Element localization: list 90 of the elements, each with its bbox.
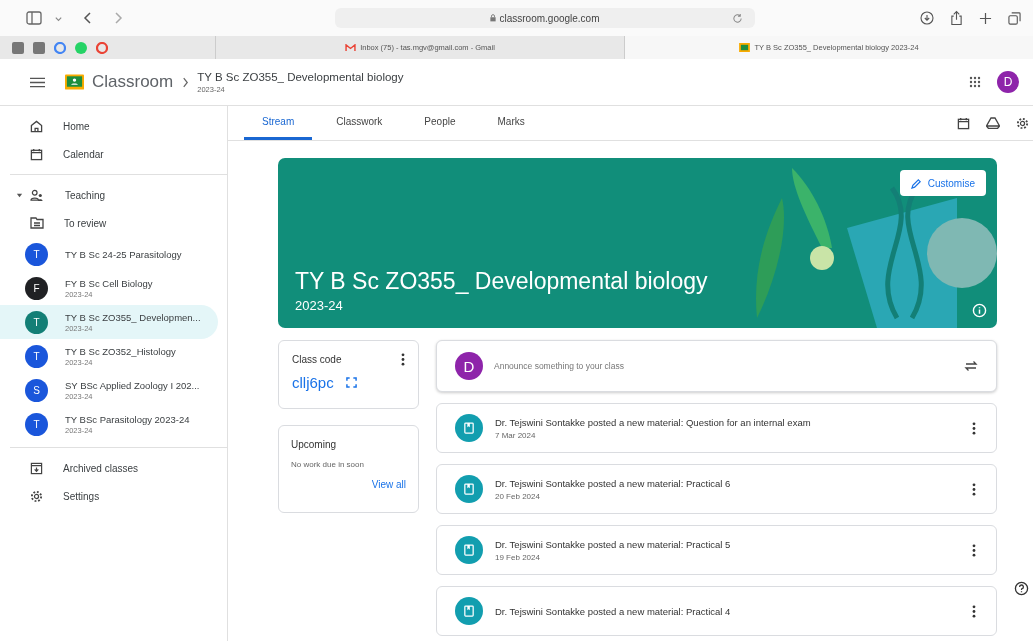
post-date: 7 Mar 2024	[495, 430, 537, 440]
class-name: TY BSc Parasitology 2023-24	[65, 413, 190, 425]
classroom-icon	[739, 43, 751, 52]
pencil-icon	[910, 177, 922, 189]
post-card[interactable]: Dr. Tejswini Sontakke posted a new material: Practical 6 20 Feb 2024	[436, 464, 997, 514]
more-options-icon[interactable]	[972, 543, 976, 557]
class-tab[interactable]: Classwork	[318, 106, 401, 140]
folder-icon	[30, 217, 44, 229]
user-avatar: D	[455, 352, 483, 380]
post-title: Dr. Tejswini Sontakke posted a new material: Practical 5	[495, 538, 732, 550]
address-text: classroom.google.com	[499, 12, 600, 24]
drive-icon[interactable]	[986, 117, 1000, 129]
pinned-tab-icon[interactable]	[33, 41, 45, 54]
material-icon	[455, 597, 483, 625]
post-date: 19 Feb 2024	[495, 552, 541, 562]
fullscreen-icon[interactable]	[345, 377, 357, 388]
class-avatar: T	[25, 310, 48, 334]
classroom-logo-icon	[65, 74, 84, 90]
class-item[interactable]: T TY B Sc 24-25 Parasitology	[0, 237, 218, 271]
home-icon	[30, 119, 43, 133]
pinned-tab-icon[interactable]	[96, 41, 108, 54]
more-options-icon[interactable]	[401, 353, 405, 366]
post-card[interactable]: Dr. Tejswini Sontakke posted a new material: Practical 4	[436, 586, 997, 636]
app-name[interactable]: Classroom	[92, 72, 174, 92]
post-title: Dr. Tejswini Sontakke posted a new material: Practical 4	[495, 605, 732, 617]
class-tab[interactable]: People	[406, 106, 474, 140]
class-name: SY BSc Applied Zoology I 202...	[65, 379, 200, 391]
help-icon[interactable]	[1014, 581, 1029, 596]
class-avatar: T	[25, 412, 48, 436]
address-bar[interactable]: classroom.google.com	[335, 8, 755, 28]
plus-icon[interactable]	[979, 11, 992, 25]
class-avatar: T	[25, 344, 48, 368]
more-options-icon[interactable]	[972, 482, 976, 496]
sidebar-item[interactable]: To review	[0, 209, 227, 237]
class-code: cllj6pc	[292, 374, 334, 391]
back-icon[interactable]	[83, 11, 93, 25]
material-icon	[455, 475, 483, 503]
apps-grid-icon[interactable]	[969, 76, 981, 88]
teaching-item[interactable]: Teaching	[0, 181, 227, 209]
expand-caret-icon[interactable]	[16, 191, 23, 199]
sidebar-item[interactable]: Archived classes	[0, 454, 227, 482]
class-tab[interactable]: Stream	[244, 106, 313, 140]
post-title: Dr. Tejswini Sontakke posted a new material: Question for an internal exam	[495, 416, 812, 428]
class-tab[interactable]: Marks	[479, 106, 543, 140]
upcoming-message: No work due in soon	[291, 460, 365, 469]
pinned-tab-icon[interactable]	[12, 41, 24, 54]
announce-card[interactable]: D Announce something to your class	[436, 340, 997, 392]
more-options-icon[interactable]	[972, 604, 976, 618]
material-icon	[455, 536, 483, 564]
sidebar-toggle-icon[interactable]	[26, 11, 42, 25]
material-icon	[455, 414, 483, 442]
archive-icon	[30, 461, 43, 475]
class-name: FY B Sc Cell Biology	[65, 277, 153, 289]
user-avatar[interactable]: D	[997, 71, 1019, 93]
class-title: TY B Sc ZO355_ Developmental biology	[197, 70, 404, 83]
class-name: TY B Sc ZO355_ Developmen...	[65, 311, 201, 323]
post-card[interactable]: Dr. Tejswini Sontakke posted a new material: Practical 5 19 Feb 2024	[436, 525, 997, 575]
banner-year: 2023-24	[295, 298, 343, 313]
download-icon[interactable]	[920, 11, 934, 25]
upcoming-label: Upcoming	[291, 439, 338, 450]
repost-icon[interactable]	[964, 359, 978, 373]
info-icon[interactable]	[972, 303, 987, 318]
share-icon[interactable]	[950, 10, 963, 26]
people-icon	[30, 188, 45, 202]
class-name: TY B Sc 24-25 Parasitology	[65, 248, 182, 260]
reload-icon[interactable]	[732, 12, 743, 24]
post-title: Dr. Tejswini Sontakke posted a new material: Practical 6	[495, 477, 732, 489]
view-all-link[interactable]: View all	[371, 479, 406, 490]
class-avatar: T	[25, 242, 48, 266]
banner-title: TY B Sc ZO355_ Developmental biology	[295, 268, 708, 295]
mail-icon	[345, 43, 357, 52]
post-date: 20 Feb 2024	[495, 491, 541, 501]
calendar-icon	[30, 147, 43, 161]
sidebar-item[interactable]: Calendar	[0, 140, 227, 168]
sidebar-item[interactable]: Home	[0, 112, 227, 140]
calendar-icon[interactable]	[957, 116, 970, 130]
menu-icon[interactable]	[30, 76, 45, 88]
class-avatar: F	[25, 276, 48, 300]
tabs-overview-icon[interactable]	[1008, 11, 1021, 25]
announce-placeholder: Announce something to your class	[494, 361, 625, 371]
sidebar-item[interactable]: Settings	[0, 482, 227, 510]
class-avatar: S	[25, 378, 48, 402]
customise-button[interactable]: Customise	[899, 170, 986, 196]
lock-icon	[490, 14, 497, 22]
more-options-icon[interactable]	[972, 421, 976, 435]
class-code-label: Class code	[292, 354, 342, 365]
chevron-right-icon	[182, 76, 190, 88]
post-card[interactable]: Dr. Tejswini Sontakke posted a new material: Question for an internal exam 7 Mar 2024	[436, 403, 997, 453]
pinned-tab-icon[interactable]	[54, 41, 66, 54]
class-name: TY B Sc ZO352_Histology	[65, 345, 176, 357]
